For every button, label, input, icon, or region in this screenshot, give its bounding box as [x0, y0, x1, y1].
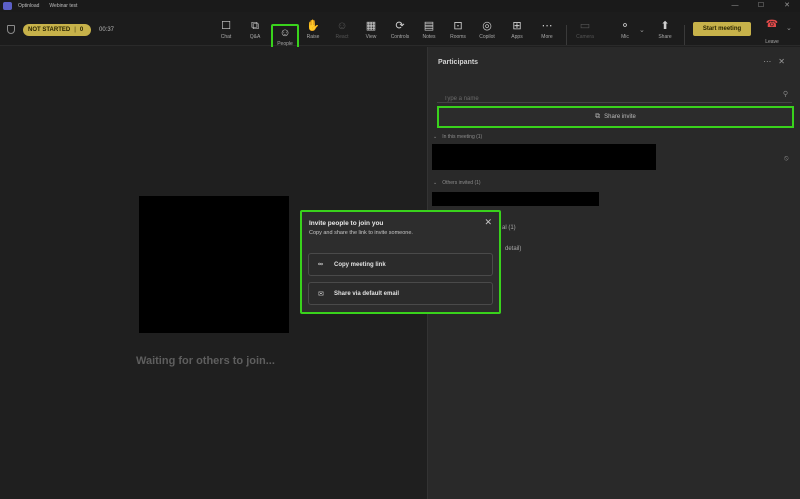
- close-icon[interactable]: ✕: [778, 57, 792, 66]
- apps-button[interactable]: ⊞ Apps: [504, 19, 530, 45]
- react-button[interactable]: ☺ React: [329, 19, 355, 45]
- teams-logo-icon: [3, 2, 12, 10]
- mic-off-icon: ⦸: [784, 155, 789, 162]
- chat-icon: ☐: [221, 20, 231, 32]
- mail-icon: ✉: [318, 290, 324, 298]
- react-icon: ☺: [336, 20, 348, 32]
- controls-icon: ⟳: [395, 20, 405, 32]
- participant-row-redacted[interactable]: [432, 144, 656, 170]
- attendee-count: 0: [79, 27, 84, 33]
- maximize-button[interactable]: ☐: [748, 0, 774, 12]
- copilot-button[interactable]: ◎ Copilot: [474, 19, 500, 45]
- waiting-message: Waiting for others to join...: [136, 355, 275, 367]
- share-invite-icon: ⧉: [595, 113, 601, 120]
- chat-button[interactable]: ☐ Chat: [213, 19, 239, 45]
- section-others-invited[interactable]: ⌄ Others invited (1): [433, 180, 481, 186]
- video-tile: [139, 196, 289, 333]
- email-fragment: detail): [505, 246, 522, 252]
- qa-button[interactable]: ⧉ Q&A: [242, 19, 268, 45]
- participant-search[interactable]: ⚲: [437, 87, 792, 107]
- panel-title: Participants: [438, 59, 479, 66]
- camera-button[interactable]: ▭ Camera: [572, 19, 598, 45]
- more-options-icon[interactable]: ⋯: [763, 57, 778, 66]
- share-via-email-button[interactable]: ✉ Share via default email: [308, 282, 493, 305]
- copy-meeting-link-button[interactable]: ∞ Copy meeting link: [308, 253, 493, 276]
- search-icon: ⚲: [782, 91, 788, 98]
- popup-subtitle: Copy and share the link to invite someon…: [309, 230, 413, 236]
- rooms-icon: ⊡: [453, 20, 463, 32]
- raise-hand-icon: ✋: [306, 20, 320, 32]
- status-badge[interactable]: NOT STARTED | 0: [23, 24, 91, 36]
- camera-icon: ▭: [579, 20, 591, 32]
- org-name: Optinload: [18, 3, 40, 9]
- title-bar: Optinload Webinar test — ☐ ✕: [0, 0, 800, 12]
- qa-icon: ⧉: [251, 20, 259, 32]
- share-invite-button[interactable]: ⧉ Share invite: [437, 106, 794, 128]
- close-window-button[interactable]: ✕: [774, 0, 800, 12]
- close-icon[interactable]: ✕: [484, 217, 492, 228]
- section-fragment: al (1): [502, 225, 516, 231]
- toolbar-divider: [566, 25, 567, 45]
- more-icon: ⋯: [541, 20, 553, 32]
- chevron-down-icon[interactable]: ⌄: [639, 26, 645, 34]
- search-input[interactable]: [437, 91, 792, 107]
- share-button[interactable]: ⬆ Share: [652, 19, 678, 45]
- invited-row-redacted[interactable]: [432, 192, 599, 206]
- controls-button[interactable]: ⟳ Controls: [387, 19, 413, 45]
- chevron-down-icon[interactable]: ⌄: [786, 24, 792, 32]
- leave-button[interactable]: ☎ Leave: [757, 19, 787, 48]
- mic-button[interactable]: ⚬ Mic: [612, 19, 638, 45]
- window-controls: — ☐ ✕: [722, 0, 800, 12]
- notes-button[interactable]: ▤ Notes: [416, 19, 442, 45]
- chevron-icon: ⌄: [433, 134, 438, 140]
- invite-popup: Invite people to join you Copy and share…: [300, 210, 501, 314]
- shield-icon: [7, 25, 15, 34]
- meeting-toolbar: NOT STARTED | 0 00:37 ☐ Chat ⧉ Q&A ☺ People…: [0, 12, 800, 53]
- hang-up-icon: ☎: [765, 19, 779, 30]
- toolbar-divider: [684, 25, 685, 45]
- raise-hand-button[interactable]: ✋ Raise: [300, 19, 326, 45]
- chevron-icon: ⌄: [433, 180, 438, 186]
- start-meeting-button[interactable]: Start meeting: [693, 22, 751, 36]
- meeting-title: Webinar test: [49, 3, 78, 9]
- rooms-button[interactable]: ⊡ Rooms: [445, 19, 471, 45]
- more-button[interactable]: ⋯ More: [534, 19, 560, 45]
- apps-icon: ⊞: [512, 20, 522, 32]
- minimize-button[interactable]: —: [722, 0, 748, 12]
- notes-icon: ▤: [423, 20, 435, 32]
- copilot-icon: ◎: [482, 20, 492, 32]
- mic-icon: ⚬: [620, 20, 630, 32]
- meeting-timer: 00:37: [99, 27, 115, 33]
- panel-controls: ⋯✕: [763, 57, 792, 66]
- share-icon: ⬆: [660, 20, 670, 32]
- section-in-meeting[interactable]: ⌄ In this meeting (1): [433, 134, 482, 140]
- popup-title: Invite people to join you: [309, 220, 384, 227]
- view-button[interactable]: ▦ View: [358, 19, 384, 45]
- link-icon: ∞: [318, 261, 323, 268]
- view-icon: ▦: [365, 20, 377, 32]
- people-icon: ☺: [279, 27, 291, 39]
